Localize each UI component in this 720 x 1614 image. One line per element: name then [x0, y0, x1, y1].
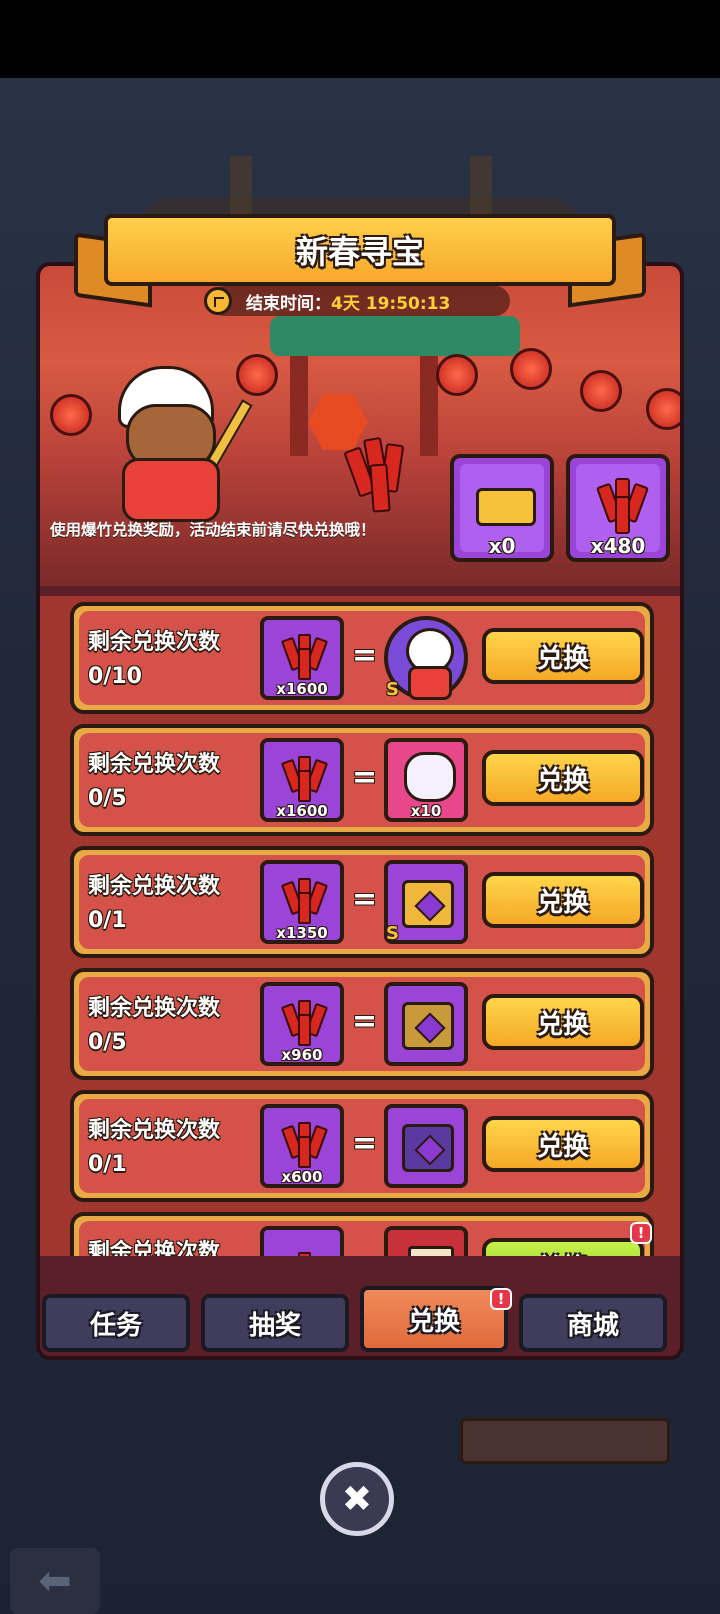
dragon-pet-icon [404, 752, 456, 802]
remaining-label: 剩余兑换次数 [88, 1118, 221, 1143]
cost-slot [260, 1226, 344, 1256]
lantern-icon [580, 370, 622, 412]
equals-sign: = [352, 638, 378, 673]
equals-sign: = [352, 1004, 378, 1039]
exchange-list[interactable]: 剩余兑换次数 0/10 x1600 = S 兑换 剩余兑换次数 0/5 x160… [40, 596, 680, 1256]
background-button [460, 1418, 670, 1464]
tab-tasks[interactable]: 任务 [42, 1294, 190, 1352]
exchange-button[interactable]: 兑换 [482, 872, 644, 928]
exchange-button[interactable]: 兑换 [482, 628, 644, 684]
reward-slot [384, 1104, 468, 1188]
tab-bar: 任务 抽奖 兑换 ! 商城 [40, 1286, 680, 1352]
remaining-label: 剩余兑换次数 [88, 1240, 221, 1256]
gold-ticket-icon [476, 488, 536, 526]
exchange-button[interactable]: 兑换 [482, 994, 644, 1050]
tab-shop[interactable]: 商城 [519, 1294, 667, 1352]
tab-lottery[interactable]: 抽奖 [201, 1294, 349, 1352]
resource-count: x0 [488, 534, 516, 558]
firecracker-icon [284, 1242, 324, 1256]
mystery-chest-icon [402, 1002, 454, 1050]
exchange-button[interactable]: 兑换 [482, 1116, 644, 1172]
remaining-count: 0/1 [88, 908, 127, 933]
remaining-count: 0/10 [88, 664, 142, 689]
reward-slot: x10 [384, 738, 468, 822]
remaining-count: 0/1 [88, 1152, 127, 1177]
exchange-row: 剩余兑换次数 0/5 x960 = 兑换 [70, 968, 654, 1080]
remaining-count: 0/5 [88, 1030, 127, 1055]
cost-amount: x1350 [276, 924, 328, 942]
reward-slot: S [384, 860, 468, 944]
event-panel: 结束时间： 4天 19:50:13 使用爆竹兑换奖励，活动结束前请尽快兑换哦！ … [36, 262, 684, 1360]
firecracker-icon [595, 476, 650, 534]
exchange-button[interactable]: 兑换 [482, 750, 644, 806]
exchange-row: 剩余兑换次数 0/1 x600 = 兑换 [70, 1090, 654, 1202]
equals-sign: = [352, 882, 378, 917]
cost-slot: x1350 [260, 860, 344, 944]
remaining-label: 剩余兑换次数 [88, 996, 221, 1021]
close-icon: ✖ [341, 1478, 373, 1520]
tab-exchange[interactable]: 兑换 [360, 1286, 508, 1352]
reward-amount: x10 [410, 802, 442, 820]
resource-count: x480 [590, 534, 646, 558]
firecracker-icon [280, 632, 329, 680]
back-button[interactable]: ⬅ [10, 1548, 100, 1614]
capybara-mascot-icon [108, 366, 253, 522]
reward-slot [384, 1226, 468, 1256]
remaining-label: 剩余兑换次数 [88, 752, 221, 777]
resource-ticket: x0 [450, 454, 554, 562]
lantern-icon [510, 348, 552, 390]
title-banner: 新春寻宝 [74, 214, 646, 308]
lantern-icon [646, 388, 680, 430]
reward-grade: S [386, 923, 399, 944]
firecracker-bundle-icon [343, 434, 415, 514]
treasure-chest-icon [402, 880, 454, 928]
remaining-count: 0/5 [88, 786, 127, 811]
cost-amount: x960 [281, 1046, 323, 1064]
firecracker-icon [280, 1120, 329, 1168]
gate-roof [270, 316, 520, 356]
event-scene: 结束时间： 4天 19:50:13 使用爆竹兑换奖励，活动结束前请尽快兑换哦！ … [40, 266, 680, 586]
lantern-icon [50, 394, 92, 436]
exchange-row: 剩余兑换次数 0/1 x1350 = S 兑换 [70, 846, 654, 958]
remaining-label: 剩余兑换次数 [88, 874, 221, 899]
cost-amount: x600 [281, 1168, 323, 1186]
remaining-label: 剩余兑换次数 [88, 630, 221, 655]
exchange-row: 剩余兑换次数 0/5 x1600 = x10 兑换 [70, 724, 654, 836]
scroll-icon [408, 1246, 454, 1256]
cost-slot: x1600 [260, 616, 344, 700]
cost-amount: x1600 [276, 680, 328, 698]
exchange-row: 剩余兑换次数 兑换 ! [70, 1212, 654, 1256]
cost-slot: x1600 [260, 738, 344, 822]
exchange-row: 剩余兑换次数 0/10 x1600 = S 兑换 [70, 602, 654, 714]
exchange-button[interactable]: 兑换 [482, 1238, 644, 1256]
lantern-icon [436, 354, 478, 396]
status-bar [0, 0, 720, 78]
cost-slot: x960 [260, 982, 344, 1066]
reward-grade: S [386, 679, 399, 700]
equals-sign: = [352, 1126, 378, 1161]
firecracker-icon [280, 876, 329, 924]
resource-firecracker: x480 [566, 454, 670, 562]
firecracker-icon [280, 754, 329, 802]
notification-badge: ! [630, 1222, 652, 1244]
gate-pillar [290, 356, 308, 456]
event-description: 使用爆竹兑换奖励，活动结束前请尽快兑换哦！ [50, 521, 376, 539]
reward-slot [384, 982, 468, 1066]
firecracker-icon [280, 998, 329, 1046]
equals-sign: = [352, 760, 378, 795]
cost-slot: x600 [260, 1104, 344, 1188]
cost-amount: x1600 [276, 802, 328, 820]
notification-badge: ! [490, 1288, 512, 1310]
page-title: 新春寻宝 [295, 233, 424, 271]
close-button[interactable]: ✖ [320, 1462, 394, 1536]
reward-slot: S [384, 616, 468, 700]
back-arrow-icon: ⬅ [38, 1558, 72, 1604]
skull-chest-icon [402, 1124, 454, 1172]
lantern-icon [236, 354, 278, 396]
